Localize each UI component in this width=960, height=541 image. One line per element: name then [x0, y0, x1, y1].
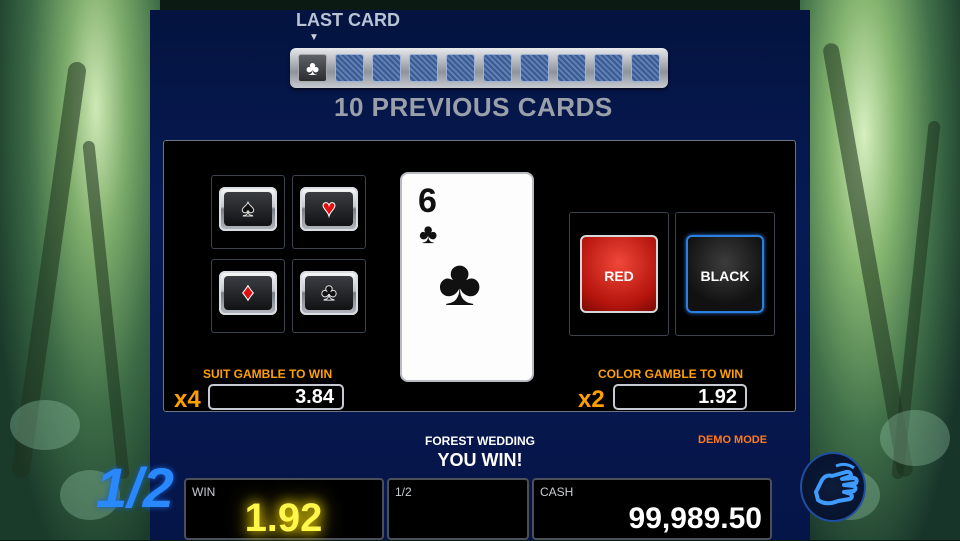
cash-value: 99,989.50	[628, 502, 762, 535]
spade-icon: ♠	[224, 192, 272, 226]
black-button[interactable]: BLACK	[686, 235, 764, 313]
suit-multiplier: x4	[174, 386, 201, 413]
win-message: YOU WIN!	[437, 450, 523, 470]
history-card-back	[409, 54, 438, 82]
card-history-bar: ♣	[290, 48, 668, 88]
history-card-back	[631, 54, 660, 82]
history-card-back	[557, 54, 586, 82]
half-box: 1/2	[387, 478, 529, 540]
diamond-button[interactable]: ♦	[219, 271, 277, 315]
color-multiplier: x2	[578, 386, 605, 413]
history-card-back	[335, 54, 364, 82]
diamond-icon: ♦	[224, 276, 272, 310]
cash-label: CASH	[540, 485, 574, 499]
club-icon: ♣	[305, 276, 353, 310]
heart-button[interactable]: ♥	[300, 187, 358, 231]
history-card-back	[520, 54, 549, 82]
suit-gamble-label: SUIT GAMBLE TO WIN	[203, 367, 333, 381]
suit-cell-heart: ♥	[292, 175, 366, 249]
half-label: 1/2	[395, 485, 412, 499]
suit-cell-spade: ♠	[211, 175, 285, 249]
suit-cell-diamond: ♦	[211, 259, 285, 333]
game-title: FOREST WEDDING	[425, 434, 535, 448]
history-card-last: ♣	[298, 54, 327, 82]
collect-button[interactable]	[800, 452, 866, 522]
demo-mode-label: DEMO MODE	[698, 434, 768, 446]
hand-icon	[814, 462, 859, 506]
win-box: WIN 1.92	[184, 478, 384, 540]
win-value: 1.92	[244, 496, 323, 540]
history-card-back	[483, 54, 512, 82]
black-cell: BLACK	[675, 212, 775, 336]
history-card-back	[446, 54, 475, 82]
card-suit-large-icon: ♣	[438, 245, 482, 319]
card-rank: 6	[418, 182, 437, 220]
last-card-label: LAST CARD	[296, 10, 400, 30]
red-button[interactable]: RED	[580, 235, 658, 313]
heart-icon: ♥	[305, 192, 353, 226]
suit-cell-club: ♣	[292, 259, 366, 333]
history-card-back	[372, 54, 401, 82]
red-cell: RED	[569, 212, 669, 336]
suit-gamble-value: 3.84	[208, 384, 344, 410]
cash-box: CASH 99,989.50	[532, 478, 772, 540]
card-suit-small-icon: ♣	[419, 218, 438, 249]
spade-button[interactable]: ♠	[219, 187, 277, 231]
arrow-down-icon: ▼	[309, 32, 319, 43]
previous-cards-label: 10 PREVIOUS CARDS	[334, 92, 613, 122]
half-gamble-button[interactable]: 1/2	[96, 448, 174, 528]
color-gamble-value: 1.92	[613, 384, 747, 410]
club-button[interactable]: ♣	[300, 271, 358, 315]
color-gamble-label: COLOR GAMBLE TO WIN	[598, 367, 744, 381]
current-card: 6 ♣ ♣	[400, 172, 534, 382]
history-card-back	[594, 54, 623, 82]
